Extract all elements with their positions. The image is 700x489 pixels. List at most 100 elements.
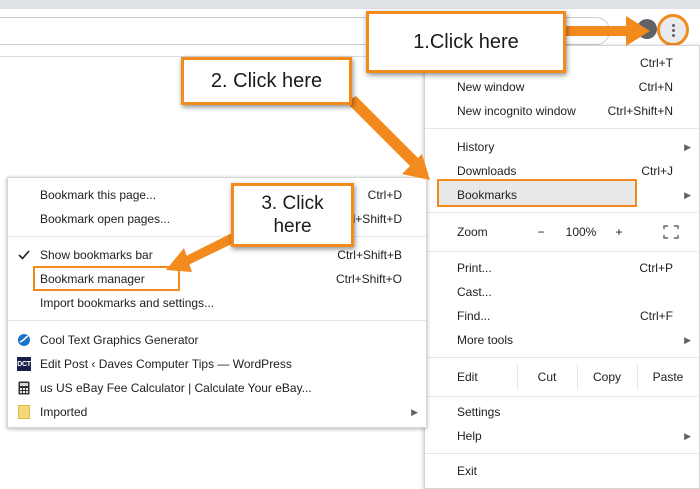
menu-separator: [425, 251, 699, 252]
submenu-item-label: Bookmark manager: [40, 272, 145, 286]
menu-item-print[interactable]: Print... Ctrl+P: [425, 256, 699, 280]
menu-item-help[interactable]: Help ▶: [425, 424, 699, 448]
menu-item-label: Settings: [457, 405, 501, 419]
callout-text: 2. Click here: [210, 69, 323, 92]
chrome-menu-button[interactable]: [657, 14, 689, 46]
chrome-main-menu: Ctrl+T New window Ctrl+N New incognito w…: [424, 45, 700, 489]
submenu-item-bookmark-open-pages[interactable]: Bookmark open pages... Ctrl+Shift+D: [8, 207, 426, 231]
menu-separator: [425, 128, 699, 129]
submenu-item-shortcut: Ctrl+D: [367, 188, 402, 202]
menu-item-shortcut: Ctrl+F: [640, 309, 673, 323]
submenu-item-bookmark-this-page[interactable]: Bookmark this page... Ctrl+D: [8, 183, 426, 207]
bookmark-ebay-fee-calculator[interactable]: us US eBay Fee Calculator | Calculate Yo…: [8, 376, 426, 400]
menu-item-label: History: [457, 140, 495, 154]
fullscreen-icon[interactable]: [651, 219, 691, 245]
submenu-item-label: Edit Post ‹ Daves Computer Tips — WordPr…: [40, 357, 292, 371]
bookmark-cool-text[interactable]: Cool Text Graphics Generator: [8, 328, 426, 352]
menu-item-label: Print...: [457, 261, 492, 275]
submenu-item-label: Show bookmarks bar: [40, 248, 153, 262]
menu-item-more-tools[interactable]: More tools ▶: [425, 328, 699, 352]
cooltext-favicon-icon: [17, 333, 31, 347]
menu-item-cast[interactable]: Cast...: [425, 280, 699, 304]
paste-button[interactable]: Paste: [637, 364, 699, 390]
menu-item-history[interactable]: History ▶: [425, 135, 699, 159]
callout-text-line-1: 3. Click: [261, 192, 324, 214]
submenu-arrow-icon: ▶: [684, 334, 691, 345]
edit-row: Edit Cut Copy Paste: [425, 364, 699, 390]
menu-item-bookmarks[interactable]: Bookmarks ▶: [425, 183, 699, 207]
menu-separator: [425, 357, 699, 358]
submenu-separator: [8, 236, 426, 237]
menu-item-label: Downloads: [457, 164, 517, 178]
submenu-item-import-bookmarks[interactable]: Import bookmarks and settings...: [8, 291, 426, 315]
zoom-out-button[interactable]: −: [529, 219, 553, 245]
menu-item-exit[interactable]: Exit: [425, 459, 699, 483]
menu-item-label: Bookmarks: [457, 188, 518, 202]
submenu-item-shortcut: Ctrl+Shift+B: [337, 248, 402, 262]
folder-glyph: [18, 405, 30, 419]
submenu-arrow-icon: ▶: [684, 430, 691, 441]
fullscreen-glyph: [663, 225, 679, 239]
menu-item-label: Cast...: [457, 285, 492, 299]
submenu-item-label: Cool Text Graphics Generator: [40, 333, 199, 347]
zoom-level: 100%: [565, 225, 597, 239]
bookmark-edit-post-dct[interactable]: DCT Edit Post ‹ Daves Computer Tips — Wo…: [8, 352, 426, 376]
submenu-arrow-icon: ▶: [411, 406, 418, 417]
menu-item-shortcut: Ctrl+N: [638, 80, 673, 94]
submenu-item-shortcut: Ctrl+Shift+O: [335, 272, 402, 286]
profile-avatar[interactable]: [637, 19, 657, 39]
callout-text: 1.Click here: [413, 30, 519, 53]
submenu-separator: [8, 320, 426, 321]
submenu-arrow-icon: ▶: [684, 141, 691, 152]
arrow-2-shaft: [346, 96, 420, 168]
kebab-dot: [671, 33, 675, 37]
callout-text-line-2: here: [273, 216, 312, 237]
callout-step-1: 1.Click here: [366, 11, 566, 73]
menu-item-label: Find...: [457, 309, 491, 323]
checkmark-icon: [17, 248, 31, 262]
menu-item-find[interactable]: Find... Ctrl+F: [425, 304, 699, 328]
copy-button[interactable]: Copy: [577, 364, 637, 390]
menu-separator: [425, 212, 699, 213]
menu-item-new-window[interactable]: New window Ctrl+N: [425, 75, 699, 99]
menu-item-shortcut: Ctrl+T: [640, 56, 673, 70]
menu-item-settings[interactable]: Settings: [425, 400, 699, 424]
menu-item-new-incognito-window[interactable]: New incognito window Ctrl+Shift+N: [425, 99, 699, 123]
zoom-row: Zoom − 100% +: [425, 219, 699, 245]
tab-strip: [0, 0, 700, 9]
menu-item-label: More tools: [457, 333, 514, 347]
cooltext-glyph: [18, 334, 30, 346]
zoom-label: Zoom: [457, 225, 488, 239]
menu-item-label: New incognito window: [457, 104, 576, 118]
edit-label: Edit: [457, 370, 478, 384]
folder-icon: [17, 405, 31, 419]
menu-separator: [425, 453, 699, 454]
dct-favicon-icon: DCT: [17, 357, 31, 371]
submenu-item-label: Imported: [40, 405, 88, 419]
submenu-item-label: Bookmark open pages...: [40, 212, 171, 226]
menu-item-label: Help: [457, 429, 482, 443]
menu-item-shortcut: Ctrl+J: [641, 164, 673, 178]
submenu-item-bookmark-manager[interactable]: Bookmark manager Ctrl+Shift+O: [8, 267, 426, 291]
callout-step-3: 3. Click here: [231, 183, 354, 247]
menu-item-shortcut: Ctrl+Shift+N: [607, 104, 673, 118]
calculator-glyph: [18, 381, 30, 395]
submenu-item-show-bookmarks-bar[interactable]: Show bookmarks bar Ctrl+Shift+B: [8, 243, 426, 267]
zoom-in-button[interactable]: +: [609, 219, 629, 245]
bookmarks-submenu: Bookmark this page... Ctrl+D Bookmark op…: [7, 177, 427, 428]
calculator-favicon-icon: [17, 381, 31, 395]
submenu-item-label: us US eBay Fee Calculator | Calculate Yo…: [40, 381, 312, 395]
callout-step-2: 2. Click here: [181, 57, 352, 105]
submenu-item-label: Import bookmarks and settings...: [40, 296, 215, 310]
submenu-item-label: Bookmark this page...: [40, 188, 157, 202]
menu-item-label: New window: [457, 80, 525, 94]
kebab-dot: [671, 28, 675, 32]
menu-item-label: Exit: [457, 464, 478, 478]
kebab-dot: [671, 23, 675, 27]
bookmark-folder-imported[interactable]: Imported ▶: [8, 400, 426, 424]
menu-item-shortcut: Ctrl+P: [639, 261, 673, 275]
menu-separator: [425, 396, 699, 397]
submenu-arrow-icon: ▶: [684, 189, 691, 200]
checkmark-glyph: [18, 250, 30, 260]
cut-button[interactable]: Cut: [517, 364, 577, 390]
